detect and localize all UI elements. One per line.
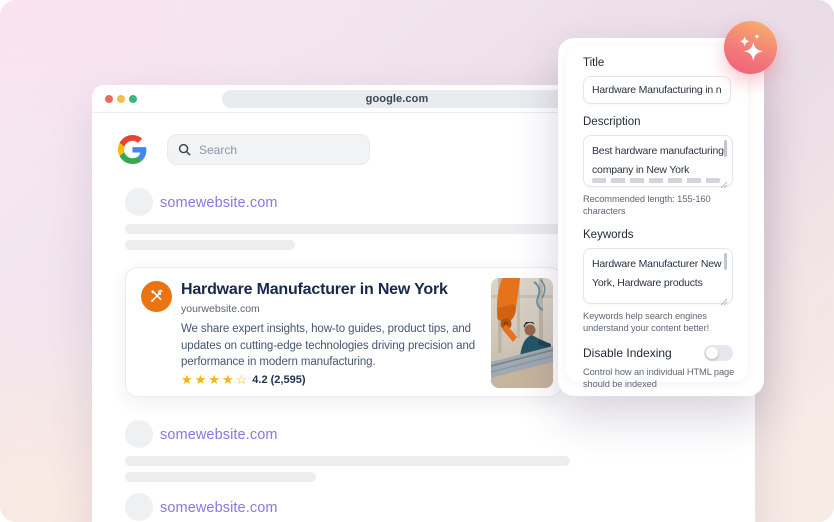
title-input[interactable] (583, 76, 731, 104)
result-title-link[interactable]: Hardware Manufacturer in New York (181, 281, 448, 299)
placeholder-line (125, 240, 295, 250)
result-url: yourwebsite.com (181, 303, 260, 315)
search-bar[interactable] (167, 134, 370, 165)
placeholder-line (125, 456, 570, 466)
sparkles-icon (732, 29, 770, 67)
title-label: Title (583, 57, 731, 69)
result-description: We share expert insights, how-to guides,… (181, 321, 499, 371)
star-icon: ★ (181, 373, 193, 387)
seo-panel: Title Description Best hardware manufact… (566, 46, 748, 382)
result-domain-link[interactable]: somewebsite.com (160, 500, 278, 516)
result-avatar (125, 493, 153, 521)
toggle-knob (706, 347, 718, 359)
ai-assistant-button[interactable] (724, 21, 777, 74)
keywords-textarea[interactable]: Hardware Manufacturer New York, Hardware… (583, 248, 733, 304)
crossed-tools-icon (141, 281, 172, 312)
url-text: google.com (366, 93, 429, 105)
textarea-scrollbar[interactable] (724, 253, 727, 270)
textarea-scrollbar[interactable] (724, 140, 727, 157)
url-bar[interactable]: google.com (222, 90, 572, 108)
minimize-window-icon[interactable] (117, 95, 125, 103)
result-thumbnail-image (491, 278, 553, 388)
disable-indexing-toggle[interactable] (704, 345, 733, 361)
keywords-hint: Keywords help search engines understand … (583, 311, 747, 334)
disable-indexing-label: Disable Indexing (583, 346, 672, 360)
traffic-lights (105, 95, 137, 103)
placeholder-line (125, 472, 316, 482)
result-domain-link[interactable]: somewebsite.com (160, 195, 278, 211)
star-icon: ★ (195, 373, 207, 387)
keywords-label: Keywords (583, 229, 731, 241)
result-rating: ★★★★☆ 4.2 (2,595) (181, 373, 305, 387)
illustration-canvas: google.com somewebsite.com (0, 0, 834, 522)
result-avatar (125, 420, 153, 448)
search-input[interactable] (199, 143, 349, 157)
indexing-hint: Control how an individual HTML page shou… (583, 367, 747, 390)
star-icon: ★ (222, 373, 234, 387)
magnifier-icon (178, 143, 191, 156)
result-domain-link[interactable]: somewebsite.com (160, 427, 278, 443)
star-row: ★★★★☆ (181, 373, 247, 387)
google-g-icon[interactable] (118, 135, 147, 164)
resize-grip-icon[interactable] (720, 293, 728, 301)
placeholder-line (125, 224, 572, 234)
star-icon: ☆ (236, 373, 248, 387)
description-label: Description (583, 116, 731, 128)
rating-text: 4.2 (2,595) (252, 374, 305, 386)
description-hint: Recommended length: 155-160 characters (583, 194, 747, 217)
close-window-icon[interactable] (105, 95, 113, 103)
zoom-window-icon[interactable] (129, 95, 137, 103)
clipped-text-line (592, 178, 720, 183)
result-avatar (125, 188, 153, 216)
search-result-card[interactable]: Hardware Manufacturer in New York yourwe… (125, 267, 562, 397)
star-icon: ★ (208, 373, 220, 387)
resize-grip-icon[interactable] (720, 176, 728, 184)
